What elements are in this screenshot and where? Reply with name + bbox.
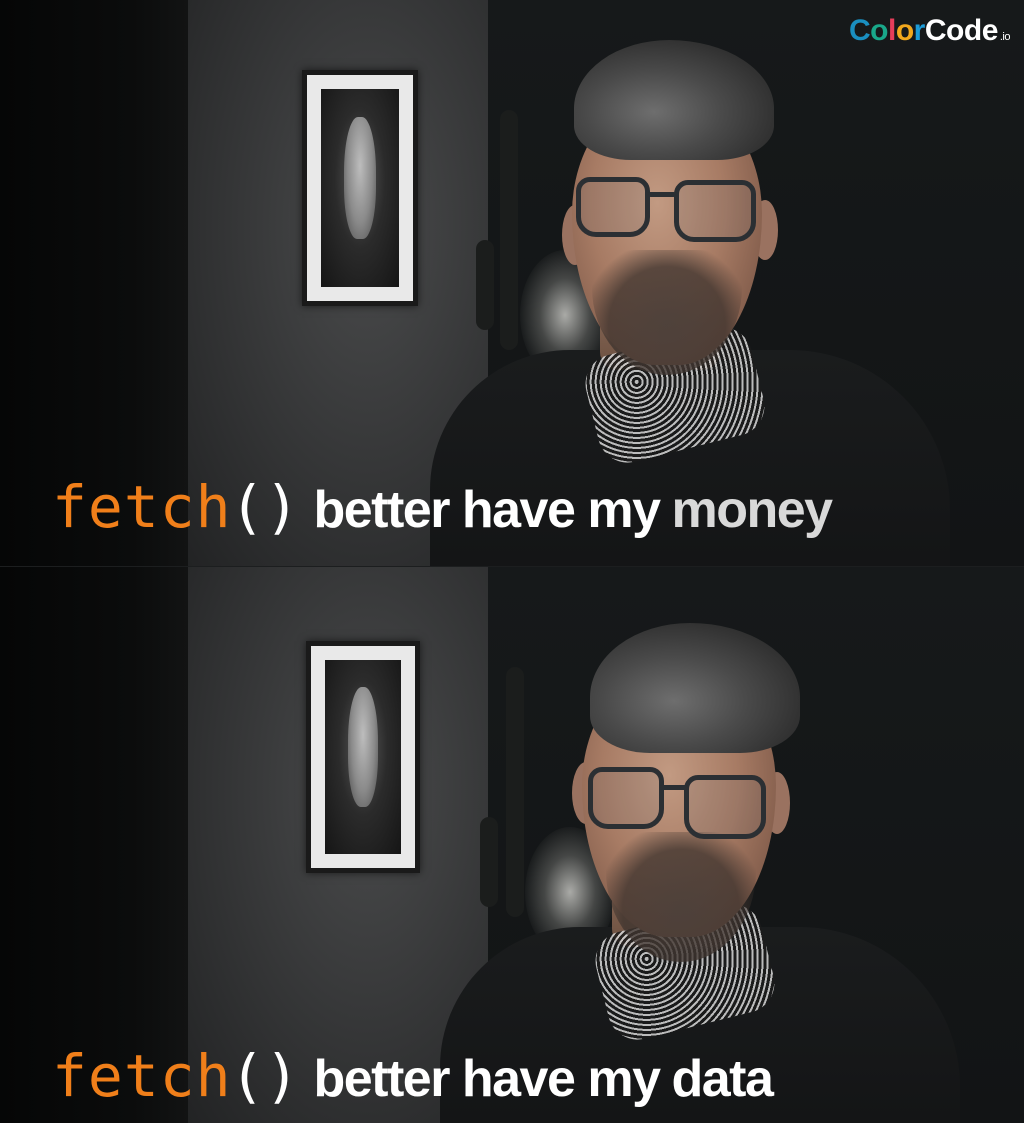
caption-parens: () [229, 1042, 300, 1110]
logo-letter: o [870, 14, 888, 47]
caption-last-word: data [671, 1050, 774, 1108]
framed-portrait [306, 641, 420, 873]
logo-letter: r [913, 14, 926, 47]
framed-portrait [302, 70, 418, 306]
video-frame-top: ColorCode .io fetch() better have my money [0, 0, 1024, 566]
cactus-plant [500, 110, 518, 350]
logo-letter: C [924, 14, 947, 47]
video-frame-bottom: fetch() better have my data [0, 567, 1024, 1123]
caption-parens: () [229, 473, 300, 541]
caption-last-word: money [671, 481, 834, 539]
logo-text: ColorCode [849, 14, 998, 47]
cactus-arm [480, 817, 498, 907]
caption-function-name: fetch [52, 1042, 232, 1110]
cactus-plant [506, 667, 524, 917]
logo-suffix: .io [999, 31, 1011, 43]
logo-letter: l [888, 14, 896, 47]
logo-letter: e [981, 14, 999, 47]
caption-top: fetch() better have my money [52, 478, 834, 539]
logo-letter: o [895, 14, 914, 47]
dark-doorway [0, 567, 188, 1123]
caption-words: better have my [313, 1050, 661, 1108]
logo-letter: C [849, 14, 871, 47]
caption-bottom: fetch() better have my data [52, 1047, 774, 1108]
logo-letter: d [963, 14, 982, 47]
colorcode-logo: ColorCode .io [849, 14, 1011, 48]
cactus-arm [476, 240, 494, 330]
caption-function-name: fetch [52, 473, 232, 541]
caption-words: better have my [313, 481, 661, 539]
logo-letter: o [946, 14, 964, 47]
